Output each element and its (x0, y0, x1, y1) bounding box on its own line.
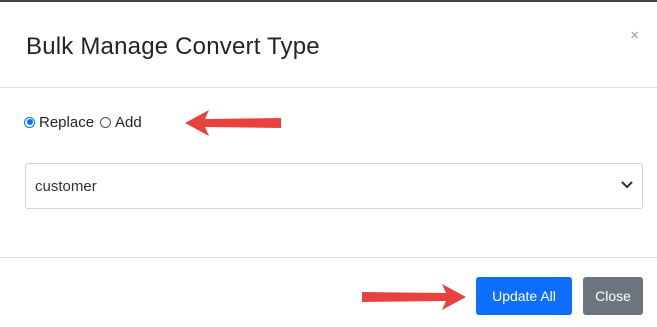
radio-add[interactable]: Add (100, 114, 142, 131)
convert-type-select[interactable]: customer (25, 163, 643, 209)
radio-replace-label: Replace (39, 113, 95, 131)
convert-type-select-value: customer (35, 177, 97, 195)
arrow-right-icon (362, 284, 466, 310)
close-icon[interactable]: × (630, 28, 639, 43)
footer-divider (0, 257, 657, 258)
radio-add-label: Add (115, 113, 142, 131)
arrow-left-icon (185, 110, 281, 136)
close-button[interactable]: Close (583, 277, 643, 315)
dialog-header: Bulk Manage Convert Type × (0, 2, 657, 88)
radio-replace-button[interactable] (24, 116, 35, 128)
bulk-manage-dialog: Bulk Manage Convert Type × Replace Add c… (0, 0, 657, 327)
radio-replace[interactable]: Replace (24, 114, 94, 131)
mode-radio-group: Replace Add (24, 112, 142, 132)
radio-add-button[interactable] (100, 116, 112, 128)
chevron-down-icon (621, 181, 633, 188)
update-all-button[interactable]: Update All (476, 277, 572, 315)
dialog-title: Bulk Manage Convert Type (26, 33, 320, 60)
